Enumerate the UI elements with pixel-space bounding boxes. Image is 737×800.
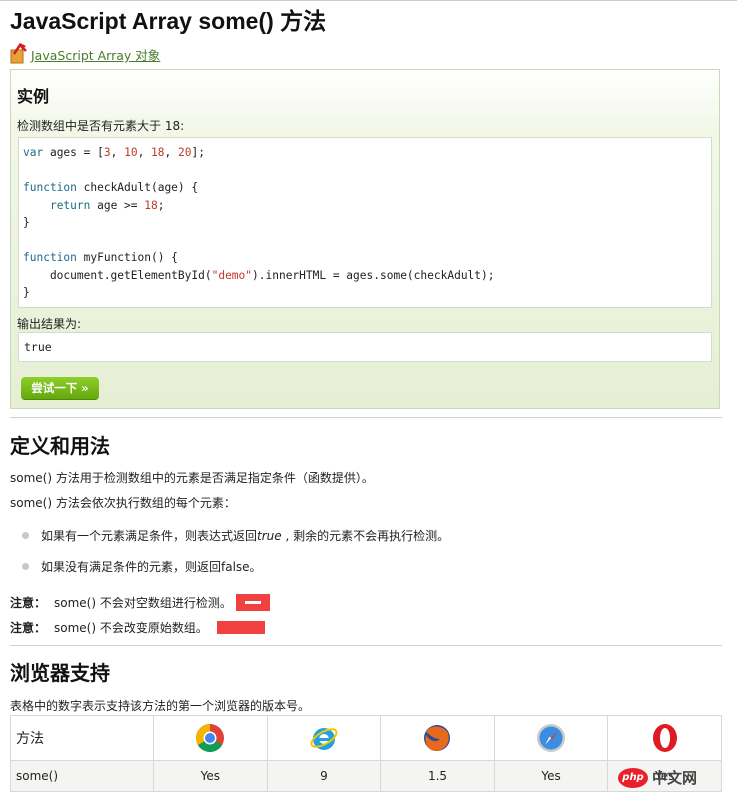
table-header-cell bbox=[153, 715, 268, 761]
example-box: 实例 检测数组中是否有元素大于 18: var ages = [3, 10, 1… bbox=[10, 69, 720, 409]
watermark-text: 中文网 bbox=[652, 769, 698, 787]
redaction-mark bbox=[235, 593, 270, 611]
redaction-mark bbox=[216, 620, 265, 634]
table-cell: some() bbox=[10, 760, 154, 792]
note-2: 注意： some() 不会改变原始数组。 bbox=[10, 618, 265, 636]
table-cell: Yes bbox=[493, 760, 609, 792]
list-item: 如果有一个元素满足条件，则表达式返回true , 剩余的元素不会再执行检测。 bbox=[22, 527, 449, 544]
divider bbox=[10, 645, 722, 646]
back-link-row[interactable]: JavaScript Array 对象 bbox=[10, 38, 160, 64]
table-header-cell bbox=[380, 715, 495, 761]
code-block: var ages = [3, 10, 18, 20]; function che… bbox=[18, 137, 712, 308]
firefox-icon bbox=[424, 725, 451, 751]
table-header-row: 方法 bbox=[10, 715, 722, 761]
table-cell: Yes bbox=[153, 760, 268, 792]
table-header-cell bbox=[493, 715, 609, 761]
back-link[interactable]: JavaScript Array 对象 bbox=[31, 45, 160, 64]
table-header-cell: 方法 bbox=[10, 715, 154, 761]
chrome-icon bbox=[196, 724, 225, 752]
back-arrow-icon bbox=[10, 43, 27, 64]
bullet-icon bbox=[22, 532, 29, 539]
example-intro: 检测数组中是否有元素大于 18: bbox=[17, 119, 185, 133]
divider bbox=[10, 417, 722, 418]
list-item-text: 如果有一个元素满足条件，则表达式返回true , 剩余的元素不会再执行检测。 bbox=[41, 529, 450, 543]
php-logo-icon: php bbox=[618, 767, 648, 788]
safari-icon bbox=[537, 724, 566, 752]
definition-p2: some() 方法会依次执行数组的每个元素： bbox=[10, 496, 236, 510]
bullet-icon bbox=[22, 563, 29, 570]
top-border bbox=[0, 0, 737, 1]
example-heading: 实例 bbox=[17, 87, 50, 106]
table-header-cell bbox=[266, 715, 382, 761]
output-label: 输出结果为: bbox=[17, 317, 82, 331]
browser-support-table: 方法 some() Yes 9 1.5 Yes Yes bbox=[10, 715, 722, 792]
table-cell: 1.5 bbox=[380, 760, 495, 792]
definition-heading: 定义和用法 bbox=[10, 434, 110, 458]
table-row: some() Yes 9 1.5 Yes Yes bbox=[10, 760, 722, 792]
list-item: 如果没有满足条件的元素，则返回false。 bbox=[22, 558, 262, 575]
watermark: php 中文网 bbox=[618, 767, 697, 788]
try-it-button[interactable]: 尝试一下 » bbox=[21, 377, 99, 399]
list-item-text: 如果没有满足条件的元素，则返回false。 bbox=[41, 560, 262, 574]
support-heading: 浏览器支持 bbox=[10, 661, 110, 685]
note-1: 注意： some() 不会对空数组进行检测。 bbox=[10, 593, 270, 611]
definition-p1: some() 方法用于检测数组中的元素是否满足指定条件（函数提供）。 bbox=[10, 471, 374, 485]
table-header-cell bbox=[607, 715, 722, 761]
opera-icon bbox=[652, 724, 677, 752]
page-title: JavaScript Array some() 方法 bbox=[10, 8, 327, 34]
support-intro: 表格中的数字表示支持该方法的第一个浏览器的版本号。 bbox=[10, 699, 311, 713]
table-cell: 9 bbox=[266, 760, 382, 792]
output-box: true bbox=[18, 332, 712, 362]
ie-icon bbox=[310, 728, 338, 750]
